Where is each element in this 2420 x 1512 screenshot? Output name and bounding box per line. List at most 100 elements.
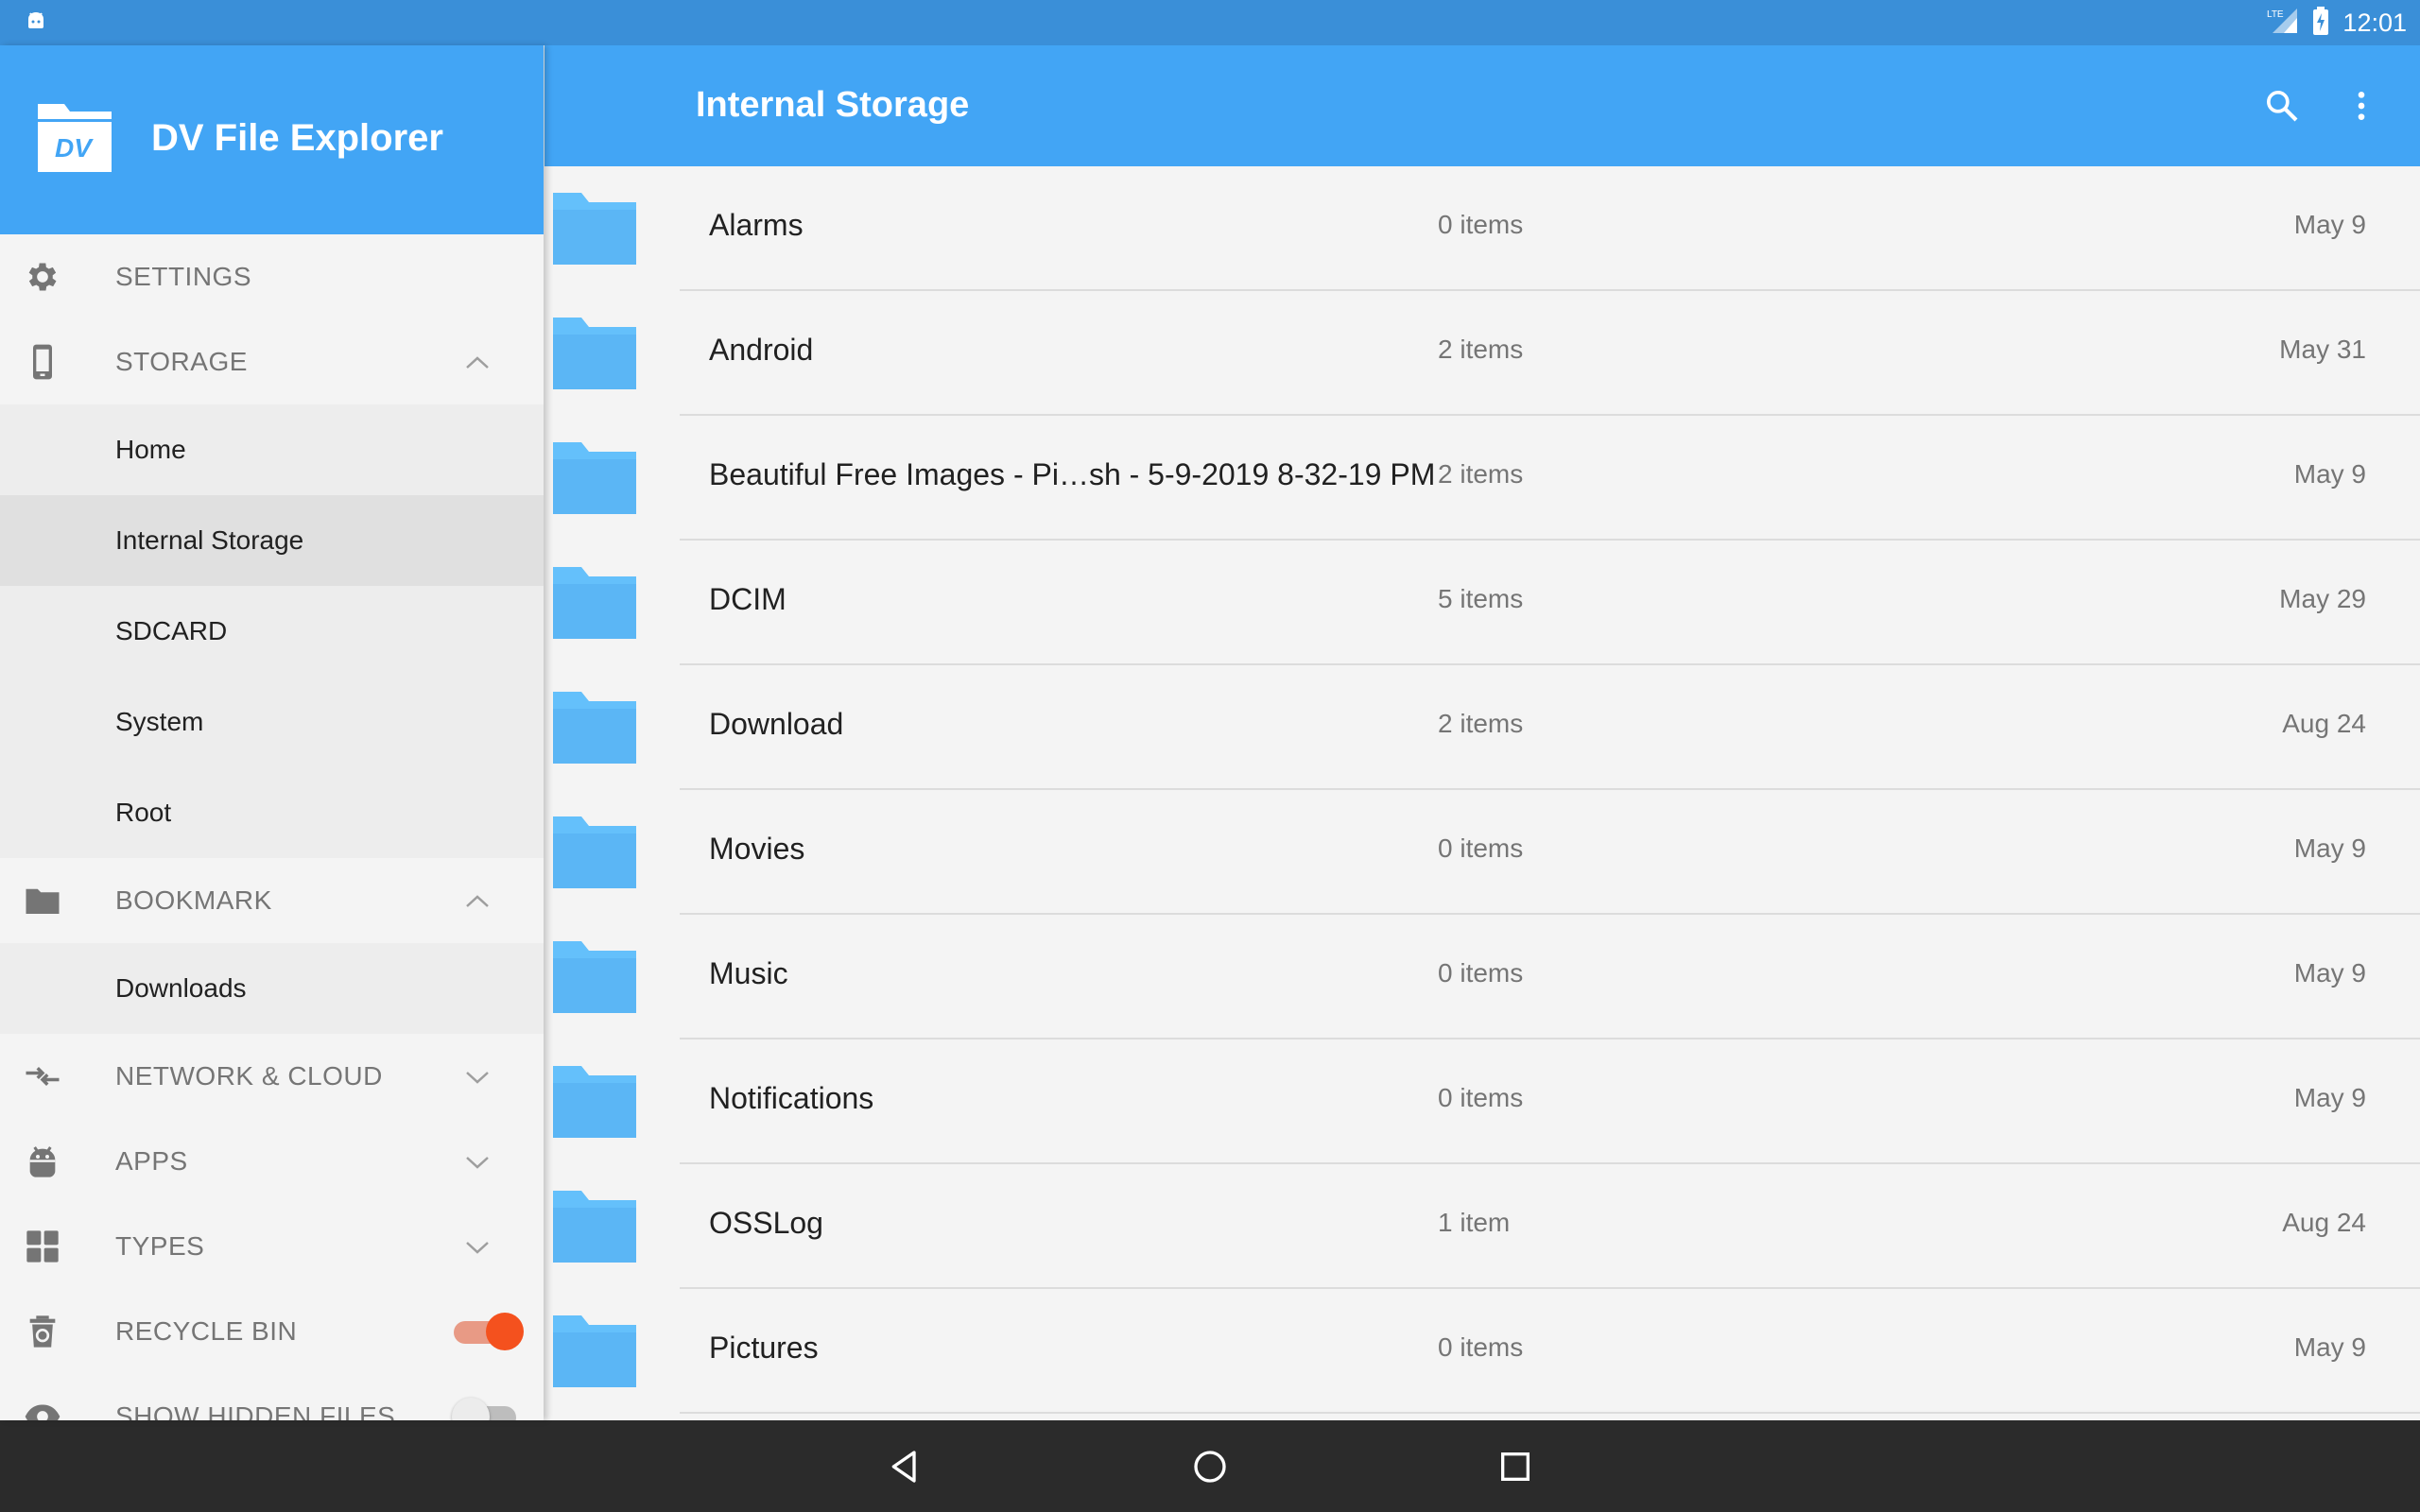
file-date: May 9 (2293, 1332, 2366, 1362)
app-logo-icon: DV (36, 102, 113, 174)
chevron-down-icon[interactable] (463, 1067, 492, 1086)
menu-network-label: NETWORK & CLOUD (115, 1061, 383, 1091)
file-item-count: 0 items (1438, 833, 1524, 863)
chevron-up-icon[interactable] (463, 891, 492, 910)
drawer-item-sdcard[interactable]: SDCARD (0, 586, 544, 677)
menu-apps-label: APPS (115, 1146, 188, 1176)
menu-network-cloud[interactable]: NETWORK & CLOUD (0, 1034, 544, 1119)
main-content: Internal Storage Alarms 0 items May 9 Andro… (544, 45, 2420, 1420)
drawer-item-label: System (115, 707, 204, 736)
search-icon[interactable] (2259, 83, 2305, 129)
home-icon[interactable] (1186, 1443, 1234, 1490)
file-item-count: 0 items (1438, 1083, 1524, 1112)
menu-types-label: TYPES (115, 1231, 205, 1261)
folder-icon (553, 567, 636, 639)
file-row[interactable]: Notifications 0 items May 9 (553, 1040, 2420, 1164)
folder-icon (553, 318, 636, 389)
file-name: DCIM (709, 582, 786, 616)
file-date: May 29 (2279, 584, 2366, 613)
menu-storage[interactable]: STORAGE (0, 319, 544, 404)
recents-icon[interactable] (1492, 1443, 1539, 1490)
grid-icon (23, 1227, 62, 1266)
gear-icon (23, 257, 62, 297)
file-name: Beautiful Free Images - Pi…sh - 5-9-2019… (709, 457, 1436, 491)
file-item-count: 2 items (1438, 459, 1524, 489)
toggle-thumb (452, 1398, 490, 1420)
drawer-item-downloads[interactable]: Downloads (0, 943, 544, 1034)
file-date: May 9 (2293, 1083, 2366, 1112)
menu-settings-label: SETTINGS (115, 262, 252, 291)
toggle-thumb (486, 1313, 524, 1350)
navigation-drawer: DV DV File Explorer SETTINGS STORAGE Hom… (0, 45, 544, 1420)
toolbar: Internal Storage (544, 45, 2420, 166)
menu-bookmark[interactable]: BOOKMARK (0, 858, 544, 943)
file-row[interactable]: OSSLog 1 item Aug 24 (553, 1164, 2420, 1289)
menu-show-hidden-label: SHOW HIDDEN FILES (115, 1401, 396, 1420)
folder-icon (553, 692, 636, 764)
drawer-item-internal-storage[interactable]: Internal Storage (0, 495, 544, 586)
recycle-bin-toggle[interactable] (452, 1313, 524, 1350)
menu-recycle-bin[interactable]: RECYCLE BIN (0, 1289, 544, 1374)
file-item-count: 1 item (1438, 1208, 1511, 1237)
chevron-down-icon[interactable] (463, 1237, 492, 1256)
file-row[interactable]: Beautiful Free Images - Pi…sh - 5-9-2019… (553, 416, 2420, 541)
signal-icon: LTE (2267, 7, 2299, 40)
file-name: Download (709, 707, 844, 741)
drawer-item-home[interactable]: Home (0, 404, 544, 495)
folder-icon (553, 442, 636, 514)
file-date: May 9 (2293, 210, 2366, 239)
file-item-count: 5 items (1438, 584, 1524, 613)
file-row[interactable]: Alarms 0 items May 9 (553, 166, 2420, 291)
transfer-arrows-icon (23, 1057, 62, 1096)
folder-icon (553, 1066, 636, 1138)
menu-storage-label: STORAGE (115, 347, 248, 376)
file-item-count: 2 items (1438, 709, 1524, 738)
menu-types[interactable]: TYPES (0, 1204, 544, 1289)
file-row[interactable]: DCIM 5 items May 29 (553, 541, 2420, 665)
clock: 12:01 (2342, 8, 2407, 37)
folder-icon (553, 1191, 636, 1263)
file-date: Aug 24 (2282, 709, 2366, 738)
navigation-bar (0, 1420, 2420, 1512)
back-icon[interactable] (881, 1443, 928, 1490)
svg-text:DV: DV (55, 133, 94, 163)
file-name: Alarms (709, 208, 804, 242)
menu-apps[interactable]: APPS (0, 1119, 544, 1204)
file-date: May 9 (2293, 958, 2366, 988)
file-row[interactable]: Pictures 0 items May 9 (553, 1289, 2420, 1414)
file-row[interactable]: Music 0 items May 9 (553, 915, 2420, 1040)
folder-icon (23, 881, 62, 920)
folder-icon (553, 193, 636, 265)
file-row[interactable]: Download 2 items Aug 24 (553, 665, 2420, 790)
phone-icon (23, 342, 62, 382)
file-row[interactable]: Android 2 items May 31 (553, 291, 2420, 416)
menu-show-hidden-files[interactable]: SHOW HIDDEN FILES (0, 1374, 544, 1420)
file-name: Pictures (709, 1331, 819, 1365)
folder-icon (553, 1315, 636, 1387)
file-item-count: 0 items (1438, 958, 1524, 988)
status-bar: LTE 12:01 (0, 0, 2420, 45)
chevron-up-icon[interactable] (463, 352, 492, 371)
drawer-item-label: Downloads (115, 973, 247, 1003)
show-hidden-toggle[interactable] (452, 1398, 524, 1420)
android-icon (25, 9, 47, 37)
file-date: May 9 (2293, 833, 2366, 863)
drawer-item-label: SDCARD (115, 616, 228, 645)
drawer-item-label: Home (115, 435, 186, 464)
file-name: Music (709, 956, 788, 990)
recycle-bin-icon (23, 1312, 62, 1351)
page-title: Internal Storage (696, 85, 970, 125)
drawer-item-system[interactable]: System (0, 677, 544, 767)
more-vert-icon[interactable] (2339, 83, 2384, 129)
menu-settings[interactable]: SETTINGS (0, 234, 544, 319)
drawer-item-label: Root (115, 798, 172, 827)
menu-recycle-bin-label: RECYCLE BIN (115, 1316, 298, 1346)
file-row[interactable]: Movies 0 items May 9 (553, 790, 2420, 915)
chevron-down-icon[interactable] (463, 1152, 492, 1171)
folder-icon (553, 816, 636, 888)
android-icon (23, 1142, 62, 1181)
drawer-item-root[interactable]: Root (0, 767, 544, 858)
battery-icon (2312, 6, 2329, 40)
app-name: DV File Explorer (151, 117, 443, 159)
file-name: Notifications (709, 1081, 874, 1115)
